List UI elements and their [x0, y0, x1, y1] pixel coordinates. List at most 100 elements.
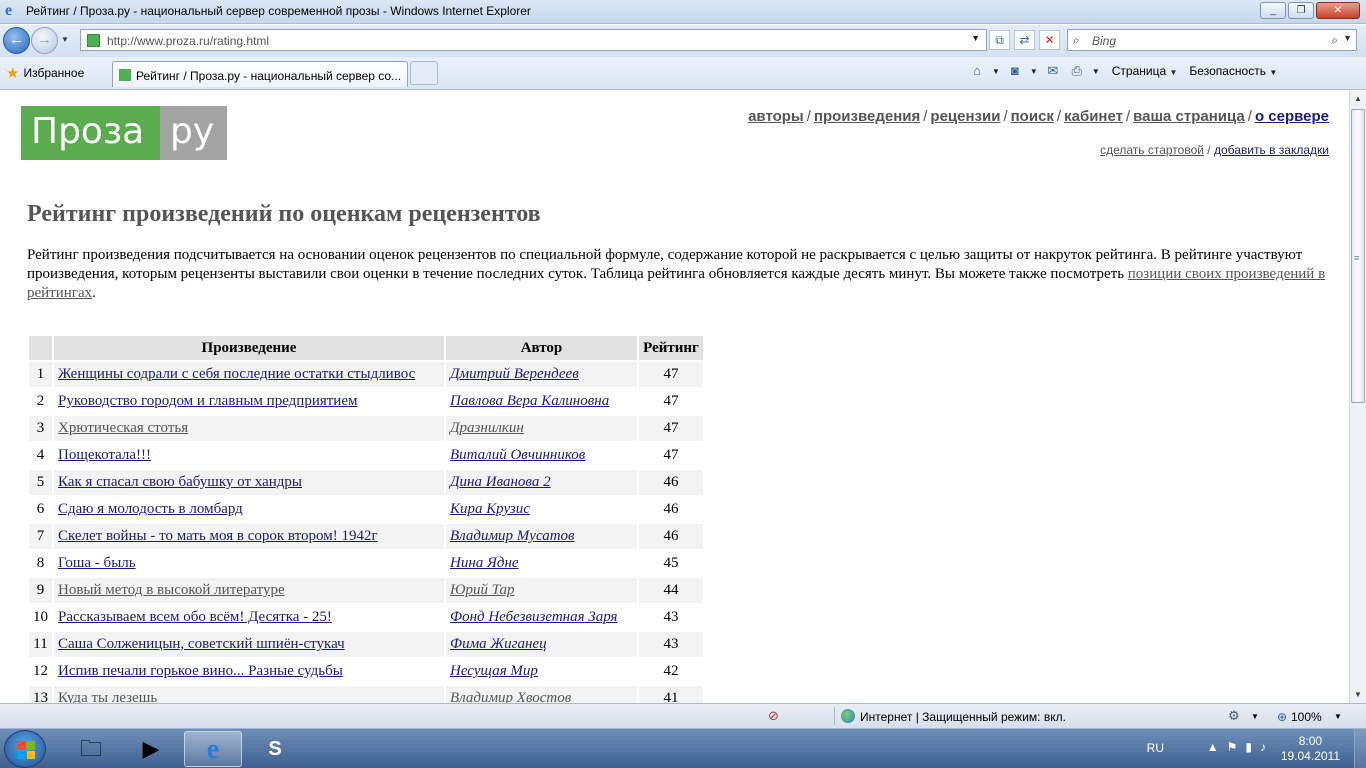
work-link[interactable]: Испив печали горькое вино... Разные судь…	[58, 663, 343, 679]
home-icon[interactable]: ⌂	[968, 62, 986, 80]
site-logo[interactable]: Проза ру	[21, 106, 227, 160]
print-dropdown-icon[interactable]: ▼	[1092, 67, 1100, 76]
work-link[interactable]: Новый метод в высокой литературе	[58, 582, 285, 598]
stop-icon[interactable]: ✕	[1039, 30, 1060, 50]
site-nav-item[interactable]: авторы	[748, 108, 804, 125]
show-hidden-icons-icon[interactable]: ▲	[1207, 740, 1219, 754]
explorer-taskbar-icon[interactable]: 🗀	[62, 731, 120, 767]
site-nav-item[interactable]: произведения	[814, 108, 920, 125]
zoom-level[interactable]: 100%	[1291, 710, 1322, 724]
author-link[interactable]: Владимир Мусатов	[450, 528, 575, 544]
protected-mode-icon[interactable]: ⚙	[1228, 708, 1240, 724]
rating-value: 41	[639, 686, 703, 703]
page-menu[interactable]: Страница ▼	[1112, 64, 1178, 78]
refresh-icon[interactable]: ⇄	[1014, 30, 1035, 50]
site-sublinks: сделать стартовой / добавить в закладки	[1100, 143, 1329, 157]
start-button[interactable]	[4, 730, 46, 768]
feeds-dropdown-icon[interactable]: ▼	[1030, 67, 1038, 76]
table-row: 7 Скелет войны - то мать моя в сорок втор…	[29, 524, 703, 549]
volume-icon[interactable]: ♪	[1260, 740, 1266, 754]
zoom-icon[interactable]: ⊕	[1277, 710, 1287, 724]
language-indicator[interactable]: RU	[1147, 741, 1164, 755]
action-center-flag-icon[interactable]: ⚑	[1227, 740, 1238, 754]
work-link[interactable]: Пощекотала!!!	[58, 447, 151, 463]
print-icon[interactable]: ⎙	[1068, 62, 1086, 80]
search-input[interactable]: Bing	[1092, 34, 1116, 48]
media-player-taskbar-icon[interactable]: ▶	[122, 731, 180, 767]
author-link[interactable]: Дина Иванова 2	[450, 474, 551, 490]
restore-button[interactable]: ❐	[1288, 2, 1314, 19]
author-link[interactable]: Юрий Тар	[450, 582, 515, 598]
recent-pages-dropdown-icon[interactable]: ▼	[61, 35, 69, 44]
favorites-button[interactable]: ★ Избранное	[6, 64, 84, 82]
close-button[interactable]: ✕	[1316, 2, 1360, 19]
safety-menu[interactable]: Безопасность ▼	[1189, 64, 1277, 78]
author-link[interactable]: Павлова Вера Калиновна	[450, 393, 609, 409]
author-link[interactable]: Дразнилкин	[450, 420, 524, 436]
site-nav-item[interactable]: ваша страница	[1133, 108, 1245, 125]
author-link[interactable]: Виталий Овчинников	[450, 447, 585, 463]
author-cell: Кира Крузис	[446, 497, 637, 522]
show-desktop-button[interactable]	[1354, 729, 1366, 768]
nav-separator: /	[1056, 108, 1062, 125]
work-link[interactable]: Как я спасал свою бабушку от хандры	[58, 474, 302, 490]
address-dropdown-icon[interactable]: ▼	[971, 33, 980, 43]
network-icon[interactable]: ▮	[1245, 740, 1252, 754]
address-bar[interactable]: http://www.proza.ru/rating.html ▼	[80, 29, 987, 51]
add-bookmark-link[interactable]: добавить в закладки	[1214, 143, 1329, 157]
popup-blocker-icon[interactable]: ⊘	[768, 708, 779, 724]
author-link[interactable]: Владимир Хвостов	[450, 690, 571, 703]
protected-mode-dropdown-icon[interactable]: ▼	[1251, 712, 1259, 721]
work-cell: Гоша - быль	[54, 551, 444, 576]
zoom-dropdown-icon[interactable]: ▼	[1334, 712, 1342, 721]
intro-paragraph: Рейтинг произведения подсчитывается на о…	[27, 246, 1327, 303]
search-box[interactable]: ⌕ Bing ⌕ ▼	[1067, 29, 1357, 51]
make-homepage-link[interactable]: сделать стартовой	[1100, 143, 1204, 157]
work-cell: Женщины содрали с себя последние остатки…	[54, 362, 444, 387]
back-button[interactable]: ←	[3, 27, 30, 54]
mail-icon[interactable]: ✉	[1044, 62, 1062, 80]
site-nav-item[interactable]: кабинет	[1064, 108, 1123, 125]
work-link[interactable]: Сдаю я молодость в ломбард	[58, 501, 243, 517]
minimize-button[interactable]: _	[1260, 2, 1286, 19]
work-link[interactable]: Гоша - быль	[58, 555, 136, 571]
author-link[interactable]: Фонд Небезвизетная Заря	[450, 609, 618, 625]
author-cell: Дразнилкин	[446, 416, 637, 441]
compatibility-view-icon[interactable]: ⧉	[989, 30, 1010, 50]
work-link[interactable]: Женщины содрали с себя последние остатки…	[58, 366, 415, 382]
clock-time: 8:00	[1298, 734, 1323, 748]
author-link[interactable]: Несущая Мир	[450, 663, 538, 679]
author-link[interactable]: Нина Ядне	[450, 555, 519, 571]
author-link[interactable]: Фима Жиганец	[450, 636, 547, 652]
intro-text: Рейтинг произведения подсчитывается на о…	[27, 247, 1303, 282]
author-link[interactable]: Кира Крузис	[450, 501, 530, 517]
internet-explorer-taskbar-icon[interactable]: e	[184, 731, 242, 767]
tab-active[interactable]: Рейтинг / Проза.ру - национальный сервер…	[112, 61, 408, 87]
home-dropdown-icon[interactable]: ▼	[992, 67, 1000, 76]
work-link[interactable]: Руководство городом и главным предприяти…	[58, 393, 357, 409]
scroll-up-icon[interactable]: ▲	[1350, 91, 1366, 107]
work-link[interactable]: Рассказываем всем обо всём! Десятка - 25…	[58, 609, 332, 625]
security-zone-text[interactable]: Интернет | Защищенный режим: вкл.	[860, 710, 1066, 724]
site-nav-item[interactable]: о сервере	[1255, 108, 1329, 125]
vertical-scrollbar[interactable]: ▲ ≡ ▼	[1349, 91, 1366, 703]
work-link[interactable]: Саша Солженицын, советский шпиён-стукач	[58, 636, 345, 652]
address-url[interactable]: http://www.proza.ru/rating.html	[107, 34, 269, 48]
clock[interactable]: 8:00 19.04.2011	[1281, 734, 1340, 764]
search-dropdown-icon[interactable]: ▼	[1343, 33, 1352, 43]
rating-value: 43	[639, 632, 703, 657]
feeds-icon[interactable]: ◙	[1006, 62, 1024, 80]
rating-value: 46	[639, 524, 703, 549]
row-number: 1	[29, 362, 52, 387]
skype-taskbar-icon[interactable]: S	[246, 731, 304, 767]
author-link[interactable]: Дмитрий Верендеев	[450, 366, 579, 382]
work-link[interactable]: Хрютическая стотья	[58, 420, 188, 436]
work-link[interactable]: Скелет войны - то мать моя в сорок второ…	[58, 528, 378, 544]
search-go-icon[interactable]: ⌕	[1331, 33, 1338, 48]
scroll-down-icon[interactable]: ▼	[1350, 687, 1366, 703]
work-link[interactable]: Куда ты лезешь	[58, 690, 157, 703]
new-tab-button[interactable]	[410, 61, 438, 85]
forward-button[interactable]: →	[31, 27, 58, 54]
site-nav-item[interactable]: рецензии	[930, 108, 1000, 125]
site-nav-item[interactable]: поиск	[1011, 108, 1054, 125]
